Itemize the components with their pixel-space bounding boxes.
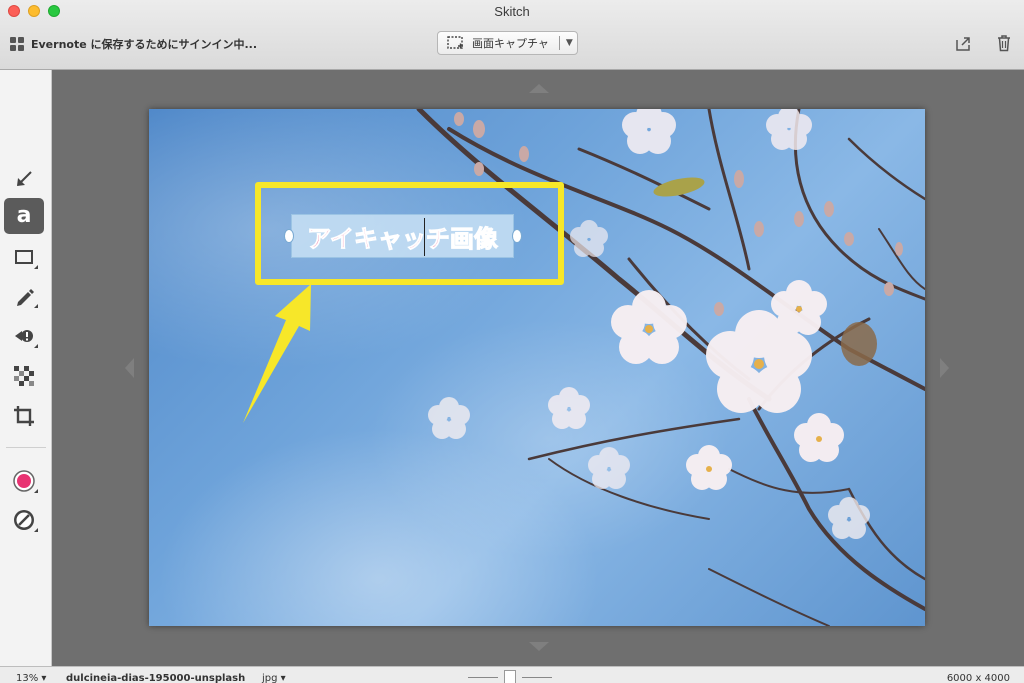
image-dimensions: 6000 x 4000 [946,673,1010,683]
file-name[interactable]: dulcineia-dias-195000-unsplash [66,673,245,683]
text-resize-handle-right[interactable] [512,229,522,243]
page-divider-right [522,676,552,678]
annotation-text[interactable]: アイキャッチ画像 [307,219,499,254]
page-indicator [468,670,552,683]
document-icon[interactable] [504,670,516,683]
zoom-menu[interactable]: 13% ▾ [16,673,46,683]
annotation-arrow[interactable] [0,0,1024,683]
page-divider-left [468,676,498,678]
text-cursor [424,218,425,256]
status-bar: 13% ▾ dulcineia-dias-195000-unsplash jpg… [0,666,1024,683]
file-type-menu[interactable]: jpg ▾ [262,673,286,683]
annotation-text-field[interactable]: アイキャッチ画像 [291,214,514,258]
text-resize-handle-left[interactable] [284,229,294,243]
